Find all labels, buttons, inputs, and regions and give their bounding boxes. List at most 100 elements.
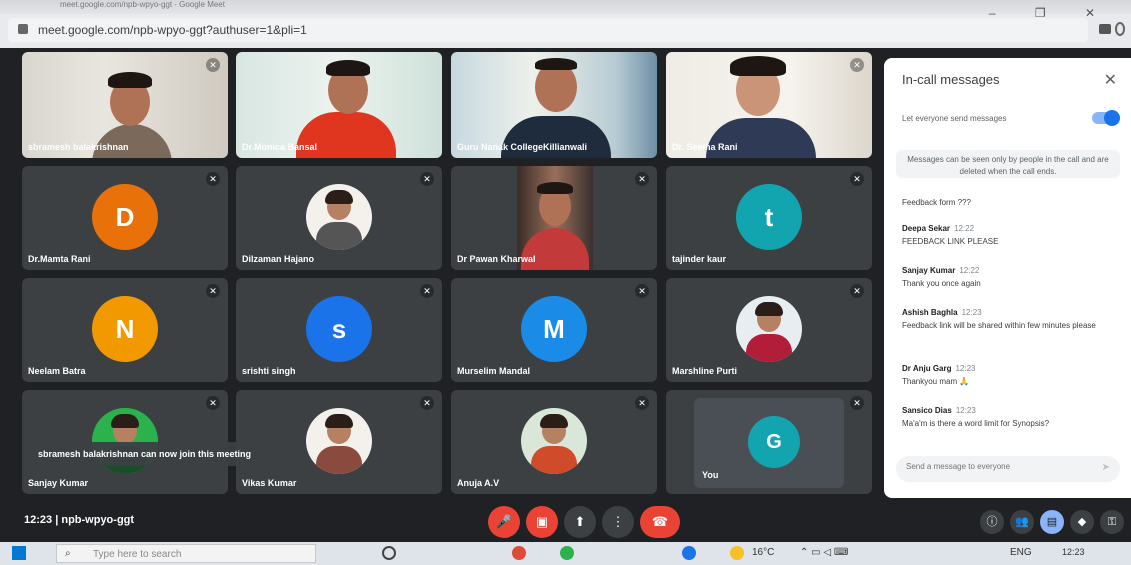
sender-name: Ashish Baghla [902,308,958,317]
mic-off-icon: ✕ [850,58,864,72]
chat-message: Sansico Dias 12:23 Ma'a'm is there a word… [902,406,1120,429]
windows-taskbar: ⌕ Type here to search 16°C ⌃ ▭ ◁ ⌨ ENG 1… [0,542,1131,565]
browser-chrome: meet.google.com/npb-wpyo-ggt - Google Me… [0,0,1131,48]
people-icon[interactable]: 👥 [1010,510,1034,534]
mic-off-icon: ✕ [850,172,864,186]
screen: meet.google.com/npb-wpyo-ggt - Google Me… [0,0,1131,565]
mic-off-icon: ✕ [850,396,864,410]
toggle-knob [1104,110,1120,126]
taskbar-search[interactable]: ⌕ Type here to search [56,544,316,563]
participant-tile[interactable]: ✕ sbramesh balakrishnan [22,52,228,158]
message-text: Feedback form ??? [902,198,971,207]
tray-icons[interactable]: ⌃ ▭ ◁ ⌨ [800,547,848,558]
participant-tile[interactable]: s ✕ srishti singh [236,278,442,382]
participant-name: Dr.Mamta Rani [28,254,91,264]
participant-avatar [306,408,372,474]
participant-tile[interactable]: ✕ Dr Pawan Kharwal [451,166,657,270]
mic-off-icon: ✕ [206,396,220,410]
chrome-icon[interactable] [512,546,526,560]
participant-tile[interactable]: N ✕ Neelam Batra [22,278,228,382]
participant-avatar: M [521,296,587,362]
participant-name: Neelam Batra [28,366,86,376]
participant-avatar: s [306,296,372,362]
windows-start-icon[interactable] [12,546,26,560]
mic-off-button[interactable]: 🎤 [488,506,520,538]
participant-avatar: N [92,296,158,362]
message-sender: Sanjay Kumar 12:22 [902,266,1120,275]
participant-name: Sanjay Kumar [28,478,89,488]
participant-tile[interactable]: Guru Nanak CollegeKillianwali [451,52,657,158]
chat-input[interactable] [906,462,1086,471]
mic-off-icon: ✕ [420,284,434,298]
meeting-controls: 12:23 | npb-wpyo-ggt 🎤 ▣ ⬆ ⋮ ☎ ⓘ 👥 ▤ ◆ ⚿ [0,502,1131,542]
message-sender: Ashish Baghla 12:23 [902,308,1120,317]
participant-tile[interactable]: ✕ Marshline Purti [666,278,872,382]
weather-icon [730,546,744,560]
mic-off-icon: ✕ [206,172,220,186]
chat-input-box[interactable]: ➤ [896,456,1120,482]
message-time: 12:22 [954,224,975,233]
participant-name: Guru Nanak CollegeKillianwali [457,142,588,152]
browser-tab[interactable]: meet.google.com/npb-wpyo-ggt - Google Me… [60,0,225,9]
message-text: Thankyou mam 🙏 [902,377,970,386]
let-everyone-label: Let everyone send messages [902,114,1007,123]
participant-name: Marshline Purti [672,366,738,376]
meeting-time: 12:23 [24,514,53,526]
activities-icon[interactable]: ◆ [1070,510,1094,534]
send-icon[interactable]: ➤ [1102,462,1110,473]
app-icon[interactable] [560,546,574,560]
lock-icon [18,24,28,34]
close-icon[interactable]: ✕ [1104,70,1117,90]
message-sender: Deepa Sekar 12:22 [902,224,1120,233]
help-icon[interactable] [682,546,696,560]
participant-tile[interactable]: D ✕ Dr.Mamta Rani [22,166,228,270]
sender-name: Sanjay Kumar [902,266,956,275]
language-indicator[interactable]: ENG [1010,547,1032,558]
participant-name: Murselim Mandal [457,366,531,376]
participant-tile[interactable]: ✕ Dilzaman Hajano [236,166,442,270]
profile-icon[interactable] [1115,22,1125,36]
camera-off-button[interactable]: ▣ [526,506,558,538]
info-icon[interactable]: ⓘ [980,510,1004,534]
participant-avatar [521,408,587,474]
participant-name: Dilzaman Hajano [242,254,315,264]
more-options-button[interactable]: ⋮ [602,506,634,538]
message-sender: Dr Anju Garg 12:23 [902,364,1120,373]
chat-message: Ashish Baghla 12:23 Feedback link will be… [902,308,1120,331]
sender-name: Dr Anju Garg [902,364,952,373]
meeting-info: 12:23 | npb-wpyo-ggt [24,514,135,526]
participant-tile[interactable]: ✕ Dr. Seema Rani [666,52,872,158]
participant-tile[interactable]: ✕ Anuja A.V [451,390,657,494]
present-button[interactable]: ⬆ [564,506,596,538]
chat-message: Sanjay Kumar 12:22 Thank you once again [902,266,1120,289]
chat-title: In-call messages [902,72,1000,87]
address-bar[interactable]: meet.google.com/npb-wpyo-ggt?authuser=1&… [8,18,1088,42]
chat-icon[interactable]: ▤ [1040,510,1064,534]
participant-tile[interactable]: M ✕ Murselim Mandal [451,278,657,382]
participant-name: sbramesh balakrishnan [28,142,129,152]
participant-tile-self[interactable]: G ✕ You [666,390,872,494]
participant-name: You [702,470,719,480]
participant-name: Anuja A.V [457,478,500,488]
task-view-icon[interactable] [382,546,396,560]
mic-off-icon: ✕ [635,396,649,410]
join-notification: sbramesh balakrishnan can now join this … [30,442,288,466]
message-time: 12:23 [955,364,976,373]
clock[interactable]: 12:23 [1062,547,1085,557]
mic-off-icon: ✕ [206,58,220,72]
tab-strip: meet.google.com/npb-wpyo-ggt - Google Me… [0,0,1131,20]
message-time: 12:23 [961,308,982,317]
participant-tile[interactable]: t ✕ tajinder kaur [666,166,872,270]
participant-tile[interactable]: Dr.Monica Bansal [236,52,442,158]
url-text[interactable]: meet.google.com/npb-wpyo-ggt?authuser=1&… [38,23,307,37]
lock-icon[interactable]: ⚿ [1100,510,1124,534]
message-text: FEEDBACK LINK PLEASE [902,237,999,246]
mic-off-icon: ✕ [635,284,649,298]
leave-call-button[interactable]: ☎ [640,506,680,538]
send-messages-toggle[interactable] [1092,110,1120,126]
message-text: Ma'a'm is there a word limit for Synopsi… [902,419,1050,428]
mic-off-icon: ✕ [420,396,434,410]
participant-avatar [306,184,372,250]
extension-icon[interactable] [1099,24,1111,34]
chat-message: Deepa Sekar 12:22 FEEDBACK LINK PLEASE [902,224,1120,247]
